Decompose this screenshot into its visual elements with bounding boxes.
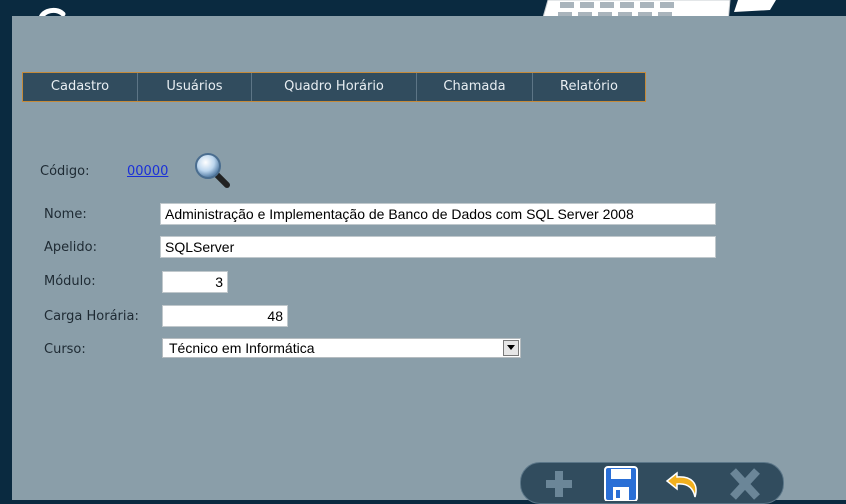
carga-horaria-field[interactable]: 48 — [162, 305, 288, 327]
close-x-icon[interactable] — [725, 465, 765, 501]
nome-label: Nome: — [44, 207, 87, 222]
curso-select[interactable]: Técnico em Informática — [162, 338, 521, 358]
curso-label: Curso: — [44, 342, 86, 357]
menu-item-chamada[interactable]: Chamada — [417, 73, 533, 101]
undo-arrow-icon[interactable] — [663, 465, 703, 501]
menu-item-usuarios[interactable]: Usuários — [138, 73, 252, 101]
menu-item-quadro-horario[interactable]: Quadro Horário — [252, 73, 417, 101]
chevron-down-icon[interactable] — [503, 340, 519, 356]
curso-selected-value: Técnico em Informática — [169, 340, 315, 356]
apelido-field[interactable]: SQLServer — [160, 236, 716, 258]
menu-item-relatorio[interactable]: Relatório — [533, 73, 645, 101]
search-icon[interactable] — [193, 151, 231, 189]
floppy-disk-icon[interactable] — [601, 465, 641, 501]
nome-field[interactable]: Administração e Implementação de Banco d… — [160, 203, 716, 225]
plus-icon[interactable] — [539, 465, 579, 501]
codigo-label: Código: — [40, 164, 90, 179]
apelido-label: Apelido: — [44, 240, 97, 255]
modulo-label: Módulo: — [44, 274, 96, 289]
codigo-link[interactable]: 00000 — [127, 164, 168, 179]
action-toolbar — [520, 462, 784, 504]
modulo-field[interactable]: 3 — [162, 271, 228, 293]
main-menu: Cadastro Usuários Quadro Horário Chamada… — [22, 72, 646, 102]
carga-horaria-label: Carga Horária: — [44, 309, 139, 324]
menu-item-cadastro[interactable]: Cadastro — [23, 73, 138, 101]
